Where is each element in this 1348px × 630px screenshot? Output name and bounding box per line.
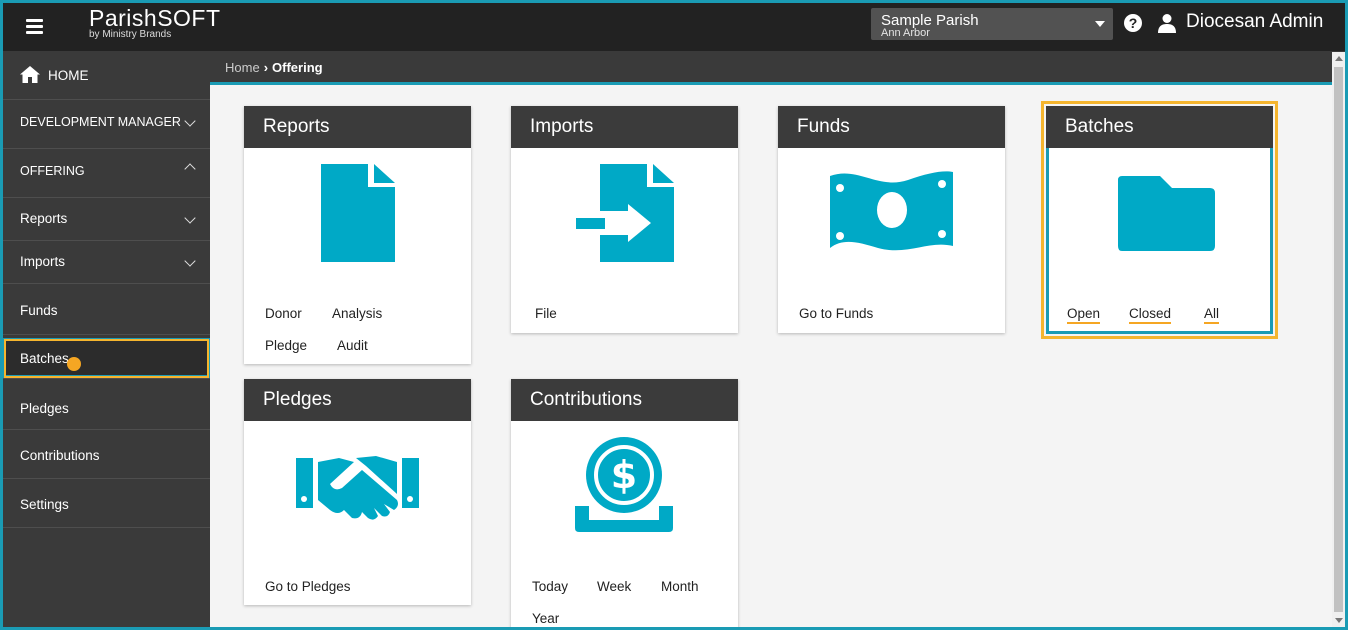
funds-link-go[interactable]: Go to Funds: [799, 306, 873, 321]
contributions-link-week[interactable]: Week: [597, 579, 631, 594]
sidebar-item-label: HOME: [48, 68, 89, 83]
menu-icon[interactable]: [23, 15, 49, 39]
chevron-right-icon: ›: [263, 60, 269, 75]
folder-icon: [1118, 176, 1215, 251]
card-batches: Batches Open Closed All: [1041, 101, 1278, 339]
help-icon[interactable]: ?: [1124, 14, 1142, 32]
report-link-donor[interactable]: Donor: [265, 306, 302, 321]
sidebar-item-label: DEVELOPMENT MANAGER: [20, 115, 181, 129]
dollar-coin-icon: $: [575, 437, 673, 532]
card-title: Reports: [244, 106, 471, 148]
pledges-link-go[interactable]: Go to Pledges: [265, 579, 351, 594]
chevron-down-icon: [184, 255, 196, 267]
sidebar-item-home[interactable]: HOME: [3, 51, 210, 100]
card-title: Pledges: [244, 379, 471, 421]
sidebar-item-imports[interactable]: Imports: [3, 241, 210, 284]
logo-text: ParishSOFT: [89, 5, 221, 31]
svg-text:$: $: [611, 453, 637, 497]
card-title: Contributions: [511, 379, 738, 421]
sidebar-item-label: Settings: [20, 497, 69, 512]
card-contributions: Contributions $ Today Week Month Year: [511, 379, 738, 627]
contributions-link-year[interactable]: Year: [532, 611, 559, 626]
chevron-up-icon: [184, 163, 196, 175]
top-bar: ParishSOFT by Ministry Brands Sample Par…: [3, 3, 1345, 51]
scroll-down-icon[interactable]: [1335, 618, 1343, 623]
chevron-down-icon: [184, 212, 196, 224]
sidebar: HOME DEVELOPMENT MANAGER OFFERING Report…: [3, 51, 210, 627]
caret-down-icon: [1095, 21, 1105, 27]
sidebar-item-batches[interactable]: Batches: [3, 338, 210, 379]
home-icon: [20, 66, 40, 83]
document-icon: [321, 164, 395, 262]
card-title: Funds: [778, 106, 1005, 148]
breadcrumb: Home › Offering: [210, 51, 1345, 85]
parish-location: Ann Arbor: [881, 27, 930, 39]
sidebar-item-contributions[interactable]: Contributions: [3, 430, 210, 479]
chevron-down-icon: [184, 115, 196, 127]
sidebar-item-development-manager[interactable]: DEVELOPMENT MANAGER: [3, 100, 210, 149]
import-link-file[interactable]: File: [535, 306, 557, 321]
batches-link-all[interactable]: All: [1204, 306, 1220, 324]
scroll-up-icon[interactable]: [1335, 56, 1343, 61]
sidebar-item-offering[interactable]: OFFERING: [3, 149, 210, 198]
card-title: Imports: [511, 106, 738, 148]
sidebar-item-label: OFFERING: [20, 164, 85, 178]
sidebar-item-label: Batches: [20, 351, 69, 366]
card-reports: Reports Donor Analysis Pledge Audit: [244, 106, 471, 364]
logo[interactable]: ParishSOFT by Ministry Brands: [89, 5, 221, 40]
handshake-icon: [296, 456, 419, 520]
sidebar-item-pledges[interactable]: Pledges: [3, 381, 210, 430]
sidebar-item-label: Funds: [20, 303, 58, 318]
card-pledges: Pledges Go to Pledges: [244, 379, 471, 605]
app-window: ParishSOFT by Ministry Brands Sample Par…: [3, 3, 1345, 627]
card-imports: Imports File: [511, 106, 738, 333]
contributions-link-month[interactable]: Month: [661, 579, 699, 594]
card-funds: Funds Go to Funds: [778, 106, 1005, 333]
breadcrumb-trail: Home › Offering: [225, 60, 323, 75]
batches-link-closed[interactable]: Closed: [1129, 306, 1172, 324]
file-import-icon: [576, 164, 674, 262]
report-link-pledge[interactable]: Pledge: [265, 338, 307, 353]
sidebar-item-label: Pledges: [20, 401, 69, 416]
cursor-icon: [67, 357, 81, 371]
sidebar-item-label: Imports: [20, 254, 66, 269]
report-link-analysis[interactable]: Analysis: [332, 306, 382, 321]
user-name[interactable]: Diocesan Admin: [1186, 11, 1323, 33]
sidebar-item-label: Contributions: [20, 448, 100, 463]
breadcrumb-home[interactable]: Home: [225, 60, 260, 75]
parish-selector[interactable]: Sample Parish Ann Arbor: [871, 8, 1113, 40]
sidebar-item-label: Reports: [20, 211, 68, 226]
money-bill-icon: [830, 171, 953, 251]
card-title: Batches: [1046, 106, 1273, 148]
breadcrumb-current: Offering: [272, 60, 323, 75]
sidebar-item-reports[interactable]: Reports: [3, 198, 210, 241]
report-link-audit[interactable]: Audit: [337, 338, 368, 353]
scroll-thumb[interactable]: [1334, 67, 1343, 612]
batches-link-open[interactable]: Open: [1067, 306, 1101, 324]
sidebar-item-funds[interactable]: Funds: [3, 284, 210, 335]
user-icon[interactable]: [1158, 13, 1176, 33]
contributions-link-today[interactable]: Today: [532, 579, 568, 594]
scrollbar[interactable]: [1332, 52, 1345, 627]
sidebar-item-settings[interactable]: Settings: [3, 479, 210, 528]
